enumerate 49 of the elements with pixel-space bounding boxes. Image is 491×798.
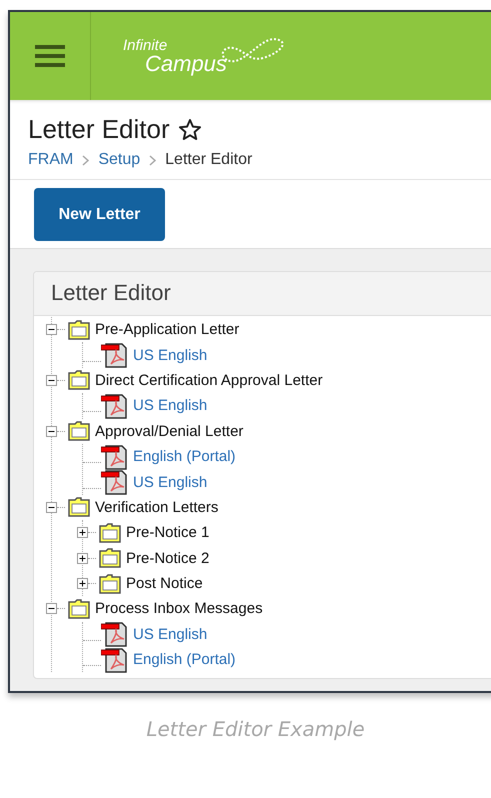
star-icon[interactable] (178, 118, 202, 142)
expand-icon[interactable] (77, 552, 88, 564)
chevron-icon (82, 154, 90, 166)
pdf-icon (101, 444, 129, 470)
folder-label[interactable]: Pre-Notice 1 (126, 524, 210, 542)
logo-text: Infinite (123, 38, 168, 53)
pdf-icon (101, 646, 129, 673)
expand-icon[interactable] (77, 527, 88, 538)
collapse-icon[interactable] (46, 324, 57, 336)
folder-icon (98, 572, 122, 595)
letter-link[interactable]: English (Portal) (133, 651, 236, 668)
letter-link[interactable]: US English (133, 346, 208, 364)
logo-text: Campus (145, 53, 227, 75)
letter-link[interactable]: US English (133, 397, 208, 414)
folder-label[interactable]: Process Inbox Messages (95, 600, 263, 618)
folder-label[interactable]: Pre-Application Letter (95, 321, 240, 338)
collapse-icon[interactable] (46, 426, 57, 437)
folder-icon (67, 598, 91, 620)
pdf-icon (101, 621, 129, 648)
expand-icon[interactable] (77, 578, 88, 590)
folder-icon (67, 496, 91, 518)
collapse-icon[interactable] (46, 374, 57, 386)
pdf-icon (101, 392, 129, 419)
new-letter-button[interactable]: New Letter (34, 188, 165, 241)
folder-icon (67, 369, 91, 392)
folder-label[interactable]: Post Notice (126, 575, 203, 592)
page-title: Letter Editor (28, 114, 170, 145)
menu-icon[interactable] (35, 44, 65, 68)
pdf-icon (101, 342, 129, 368)
collapse-icon[interactable] (46, 603, 57, 614)
folder-icon (67, 318, 91, 341)
breadcrumb-link[interactable]: FRAM (28, 151, 74, 169)
folder-label[interactable]: Verification Letters (95, 498, 218, 516)
chevron-icon (149, 154, 156, 166)
folder-label[interactable]: Pre-Notice 2 (126, 550, 210, 567)
letter-link[interactable]: US English (133, 474, 208, 491)
letter-link[interactable]: US English (133, 626, 208, 643)
collapse-icon[interactable] (46, 502, 57, 513)
breadcrumb-link[interactable]: Setup (98, 151, 140, 169)
panel-title: Letter Editor (51, 280, 171, 305)
folder-label[interactable]: Approval/Denial Letter (95, 422, 244, 440)
folder-label[interactable]: Direct Certification Approval Letter (95, 372, 323, 389)
figure-caption: Letter Editor Example (145, 717, 366, 742)
folder-icon (67, 420, 91, 442)
letter-link[interactable]: English (Portal) (133, 448, 236, 466)
folder-icon (98, 522, 122, 544)
folder-icon (98, 547, 122, 570)
breadcrumb-current: Letter Editor (165, 151, 252, 169)
pdf-icon (101, 469, 129, 496)
